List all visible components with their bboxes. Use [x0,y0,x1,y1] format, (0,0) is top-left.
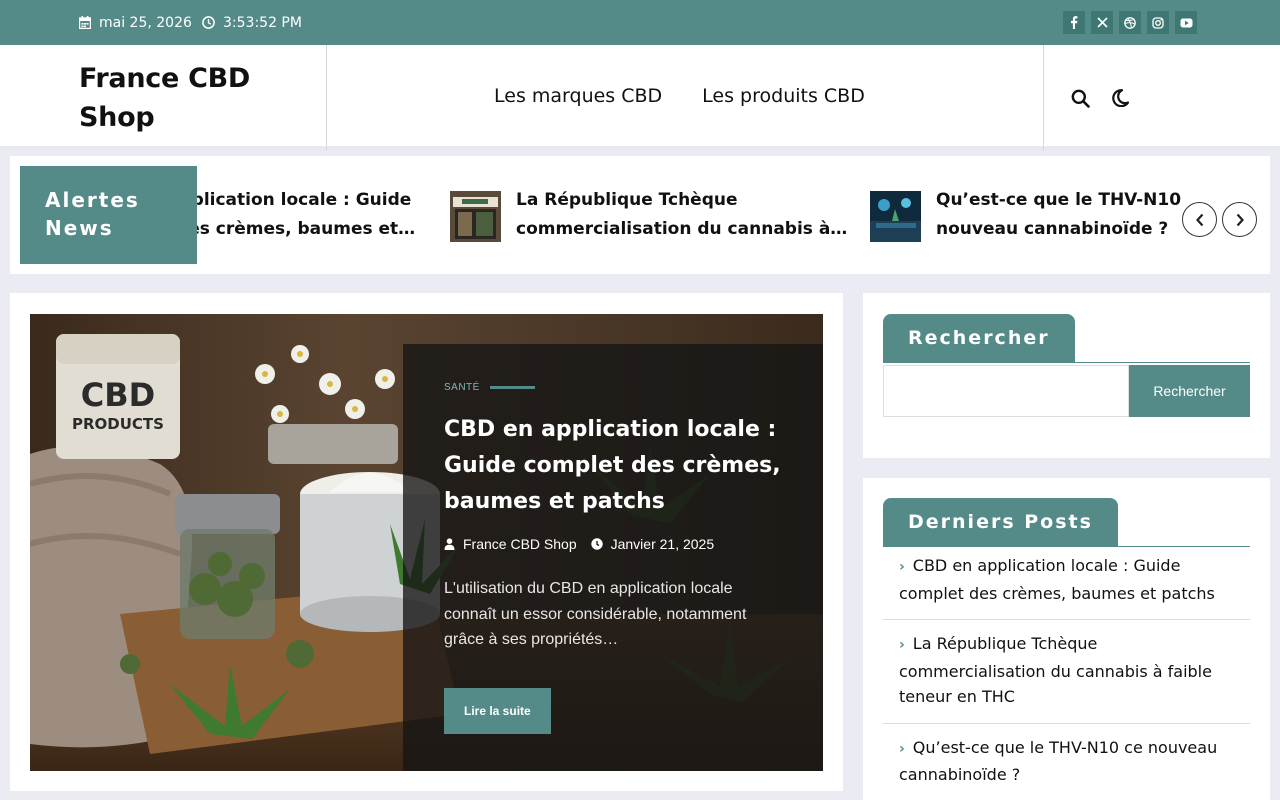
news-ticker: Alertes News CBD en application locale :… [10,156,1270,274]
current-time: 3:53:52 PM [202,0,302,45]
search-button[interactable]: Rechercher [1129,365,1250,417]
search-widget: Rechercher Rechercher [863,293,1270,458]
ticker-item-line[interactable]: CBD en application locale : Guide [197,186,461,215]
site-header: France CBD Shop Les marques CBD Les prod… [0,45,1280,151]
post-date[interactable]: Janvier 21, 2025 [590,536,715,552]
recent-post-item[interactable]: › La République Tchèque commercialisation… [883,620,1250,724]
recent-posts-header: Derniers Posts [883,498,1250,547]
nav-item-produits[interactable]: Les produits CBD [702,85,865,107]
ticker-item-line[interactable]: La République Tchèque [516,186,846,215]
chevron-right-icon [1236,213,1244,226]
search-icon[interactable] [1071,89,1090,113]
recent-posts-title: Derniers Posts [883,498,1118,546]
post-meta: France CBD Shop Janvier 21, 2025 [444,536,782,552]
youtube-icon[interactable] [1175,11,1197,34]
recent-posts-widget: Derniers Posts › CBD en application local… [863,478,1270,800]
facebook-icon[interactable] [1063,11,1085,34]
ticker-thumbnail-shop [450,191,501,242]
user-icon [444,538,455,550]
nav-item-marques[interactable]: Les marques CBD [494,85,662,107]
ticker-label: Alertes News [20,166,197,264]
dribbble-icon[interactable] [1119,11,1141,34]
post-category[interactable]: SANTÉ [444,382,782,393]
jar-text-cbd: CBD [81,376,155,414]
chevron-right-icon: › [899,740,905,757]
ticker-label-line2: News [45,216,114,240]
post-author[interactable]: France CBD Shop [444,536,577,552]
ticker-next-button[interactable] [1222,202,1257,237]
dark-mode-moon-icon[interactable] [1112,89,1130,112]
ticker-viewport: CBD en application locale : Guide comple… [197,166,1197,264]
site-title[interactable]: France CBD Shop [79,59,319,137]
header-divider-right [1043,45,1044,151]
ticker-item-line[interactable]: nouveau cannabinoïde ? [936,215,1186,244]
social-links [1063,11,1197,34]
category-label[interactable]: SANTÉ [444,382,480,393]
time-text: 3:53:52 PM [223,14,302,31]
ticker-thumbnail-lab [870,191,921,242]
search-widget-title: Rechercher [883,314,1075,362]
search-widget-header: Rechercher [883,314,1250,363]
ticker-label-line1: Alertes [45,188,140,212]
featured-post-card: CBD PRODUCTS SANTÉ CBD en application lo… [10,293,843,791]
recent-post-link[interactable]: La République Tchèque commercialisation … [899,634,1212,706]
date-text: mai 25, 2026 [99,14,192,31]
clock-icon [202,16,215,29]
recent-post-link[interactable]: CBD en application locale : Guide comple… [899,556,1215,603]
read-more-button[interactable]: Lire la suite [444,687,551,734]
category-underline [489,386,535,389]
ticker-item[interactable]: Qu’est-ce que le THV-N10 ce nouveau cann… [870,186,1186,244]
featured-post-overlay: SANTÉ CBD en application locale : Guide … [403,344,823,771]
featured-post-image[interactable]: CBD PRODUCTS SANTÉ CBD en application lo… [30,314,823,771]
jar-text-products: PRODUCTS [72,415,164,433]
ticker-item-text[interactable]: La République Tchèque commercialisation … [516,186,846,244]
header-divider-left [326,45,327,151]
ticker-item-line[interactable]: complet des crèmes, baumes et… [197,215,461,244]
ticker-item[interactable]: La République Tchèque commercialisation … [450,186,846,244]
calendar-icon [79,16,91,29]
site-title-line2[interactable]: Shop [79,98,319,137]
featured-post-excerpt: L'utilisation du CBD en application loca… [444,580,747,648]
top-bar: mai 25, 2026 3:53:52 PM [0,0,1280,45]
author-name[interactable]: France CBD Shop [463,536,577,552]
x-icon[interactable] [1091,11,1113,34]
ticker-item-line[interactable]: commercialisation du cannabis à… [516,215,846,244]
clock-icon [590,538,603,550]
ticker-item-text[interactable]: CBD en application locale : Guide comple… [197,186,461,244]
ticker-item-text[interactable]: Qu’est-ce que le THV-N10 ce nouveau cann… [936,186,1186,244]
recent-post-item[interactable]: › Qu’est-ce que le THV-N10 ce nouveau can… [883,724,1250,800]
chevron-left-icon [1195,213,1203,226]
search-input[interactable] [883,365,1129,417]
main-navigation: Les marques CBD Les produits CBD [494,85,865,107]
recent-post-link[interactable]: Qu’est-ce que le THV-N10 ce nouveau cann… [899,738,1217,785]
ticker-prev-button[interactable] [1182,202,1217,237]
site-title-line1[interactable]: France CBD [79,59,319,98]
ticker-item-line[interactable]: Qu’est-ce que le THV-N10 ce [936,186,1186,215]
ticker-item[interactable]: CBD en application locale : Guide comple… [197,186,461,244]
chevron-right-icon: › [899,559,905,575]
post-date-text[interactable]: Janvier 21, 2025 [611,536,715,552]
current-date: mai 25, 2026 [79,0,192,45]
instagram-icon[interactable] [1147,11,1169,34]
recent-post-item[interactable]: › CBD en application locale : Guide compl… [883,542,1250,620]
recent-posts-list: › CBD en application locale : Guide compl… [883,542,1250,800]
featured-post-title[interactable]: CBD en application locale : Guide comple… [444,412,782,520]
chevron-right-icon: › [899,637,905,653]
